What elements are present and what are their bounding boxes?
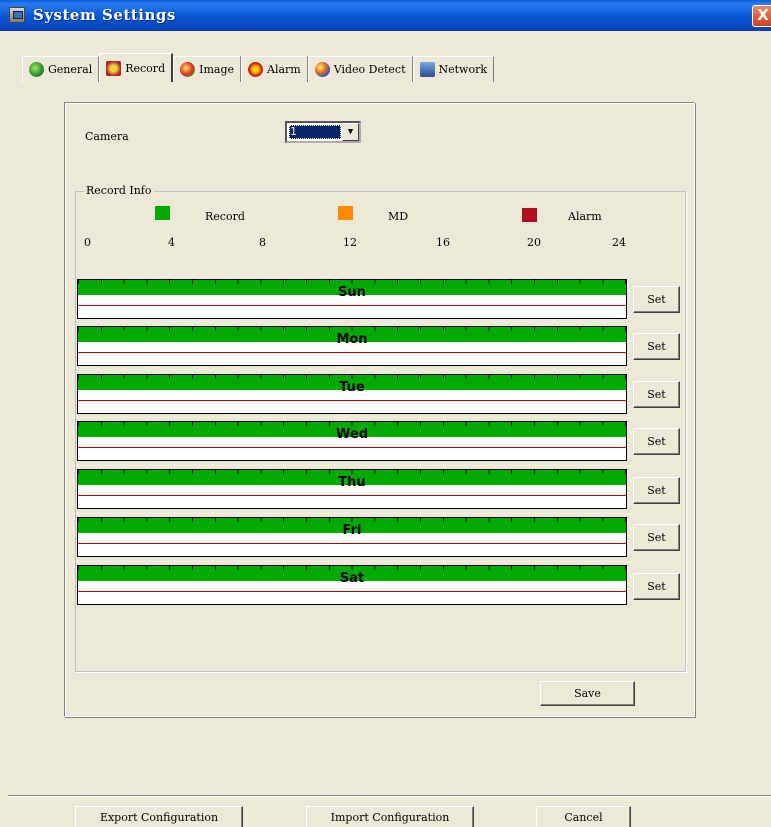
day-label: Wed	[336, 427, 368, 442]
hour-ticks	[78, 566, 626, 570]
alarm-track	[78, 543, 626, 544]
alarm-track	[78, 400, 626, 401]
hour-ticks	[78, 470, 626, 474]
tab-general[interactable]: General	[22, 56, 100, 82]
tab-strip: General Record Image Alarm Video Detect …	[22, 53, 495, 82]
legend-md-label: MD	[388, 210, 409, 223]
hour-tick-label: 4	[168, 236, 175, 249]
close-button[interactable]: X	[752, 5, 771, 27]
schedule-bar-tue[interactable]: Tue	[77, 374, 627, 414]
alarm-track	[78, 352, 626, 353]
title-bar: System Settings X	[0, 0, 771, 31]
hour-ticks	[78, 280, 626, 284]
set-button-mon[interactable]: Set	[633, 333, 680, 360]
schedule-bar-fri[interactable]: Fri	[77, 517, 627, 557]
tab-label: Video Detect	[333, 63, 406, 76]
alarm-track	[78, 495, 626, 496]
tab-image[interactable]: Image	[173, 56, 241, 82]
schedule-bar-sat[interactable]: Sat	[77, 565, 627, 605]
tab-label: Alarm	[267, 63, 301, 76]
image-icon	[180, 62, 196, 77]
hour-tick-label: 24	[612, 236, 626, 249]
camera-label: Camera	[85, 130, 129, 143]
camera-select[interactable]: 1 ▼	[285, 121, 361, 143]
close-icon: X	[757, 6, 769, 24]
hour-ticks	[78, 422, 626, 426]
legend-md-swatch	[338, 206, 353, 220]
day-label: Fri	[342, 523, 362, 538]
tab-record[interactable]: Record	[99, 53, 174, 82]
schedule-bar-sun[interactable]: Sun	[77, 279, 627, 319]
legend-alarm-swatch	[522, 208, 537, 222]
day-label: Sat	[339, 571, 365, 586]
hour-ticks	[78, 327, 626, 331]
app-icon	[9, 7, 25, 23]
day-label: Thu	[338, 475, 366, 490]
schedule-bar-wed[interactable]: Wed	[77, 421, 627, 461]
legend-record-label: Record	[205, 210, 245, 223]
import-configuration-button[interactable]: Import Configuration	[306, 806, 474, 827]
camera-selected-value: 1	[289, 125, 341, 139]
legend-record-swatch	[155, 206, 170, 220]
set-button-fri[interactable]: Set	[633, 524, 680, 551]
record-icon	[106, 60, 122, 76]
hour-ticks	[78, 375, 626, 379]
tab-video-detect[interactable]: Video Detect	[307, 56, 413, 82]
save-button[interactable]: Save	[540, 681, 635, 706]
alarm-icon	[248, 62, 263, 77]
hour-tick-label: 0	[84, 236, 91, 249]
general-icon	[29, 62, 44, 77]
cancel-button[interactable]: Cancel	[536, 806, 631, 827]
tab-label: Record	[125, 61, 166, 75]
window-title: System Settings	[33, 6, 176, 24]
video-detect-icon	[314, 62, 330, 77]
tab-alarm[interactable]: Alarm	[241, 56, 308, 82]
alarm-track	[78, 591, 626, 592]
hour-tick-label: 12	[343, 236, 357, 249]
tab-label: General	[48, 63, 93, 76]
day-label: Sun	[338, 285, 366, 300]
day-label: Tue	[339, 380, 365, 395]
hour-tick-label: 8	[259, 236, 266, 249]
alarm-track	[78, 305, 626, 306]
day-label: Mon	[336, 332, 368, 347]
record-info-title: Record Info	[84, 184, 154, 197]
tab-label: Network	[438, 63, 488, 76]
export-configuration-button[interactable]: Export Configuration	[75, 806, 243, 827]
bottom-separator	[8, 795, 771, 797]
tab-network[interactable]: Network	[412, 56, 495, 82]
set-button-sat[interactable]: Set	[633, 573, 680, 600]
hour-ticks	[78, 518, 626, 522]
hour-tick-label: 20	[527, 236, 541, 249]
set-button-sun[interactable]: Set	[633, 286, 680, 313]
set-button-thu[interactable]: Set	[633, 477, 680, 504]
legend-alarm-label: Alarm	[568, 210, 602, 223]
tab-label: Image	[199, 63, 234, 76]
network-icon	[419, 62, 435, 77]
schedule-bar-thu[interactable]: Thu	[77, 469, 627, 509]
schedule-bar-mon[interactable]: Mon	[77, 326, 627, 366]
set-button-wed[interactable]: Set	[633, 428, 680, 455]
chevron-down-icon[interactable]: ▼	[342, 123, 359, 141]
set-button-tue[interactable]: Set	[633, 381, 680, 408]
alarm-track	[78, 447, 626, 448]
hour-tick-label: 16	[436, 236, 450, 249]
